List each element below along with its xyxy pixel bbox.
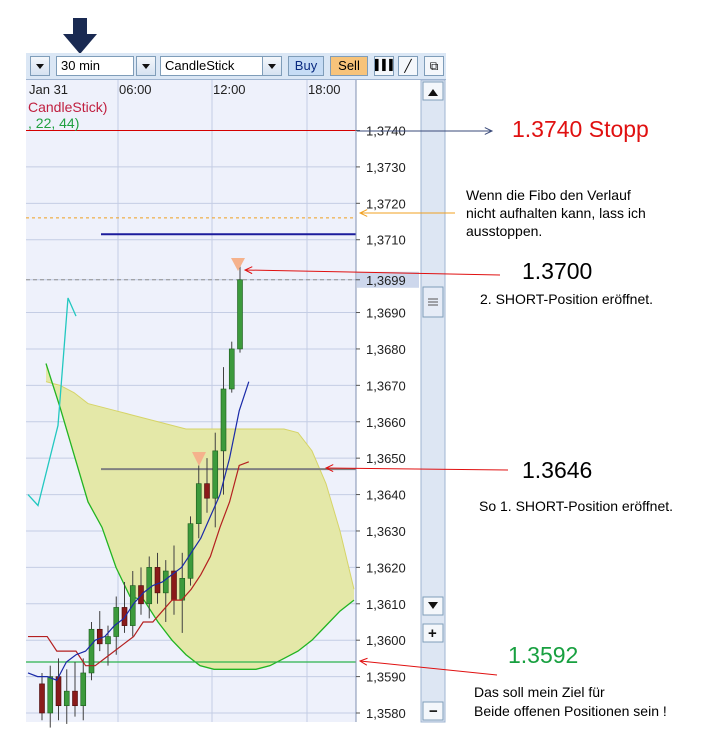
x-tick-label: Jan 31: [29, 82, 68, 97]
first-entry-note: So 1. SHORT-Position eröffnet.: [479, 498, 674, 514]
zoom-out-icon: −: [429, 703, 438, 720]
detach-window-icon[interactable]: ⧉: [424, 56, 444, 76]
chevron-down-icon[interactable]: [30, 56, 50, 76]
y-tick-label: 1,3620: [366, 560, 406, 575]
target-value: 1.3592: [508, 642, 579, 668]
candle-body: [72, 690, 78, 707]
bars-icon[interactable]: ▌▌▌: [374, 56, 396, 76]
candle-body: [212, 450, 219, 499]
target-note-line2: Beide offenen Positionen sein !: [474, 703, 667, 719]
target-note-line1: Das soll mein Ziel für: [474, 684, 605, 700]
candle-body: [39, 683, 45, 714]
y-tick-label: 1,3630: [366, 524, 406, 539]
first-entry-value: 1.3646: [522, 457, 593, 483]
x-tick-label: 18:00: [308, 82, 341, 97]
candle-body: [204, 483, 210, 499]
y-tick-label: 1,3660: [366, 415, 406, 430]
y-tick-label: 1,3699: [366, 273, 406, 288]
candle-body: [63, 690, 70, 707]
second-entry-note: 2. SHORT-Position eröffnet.: [480, 291, 654, 307]
sell-button[interactable]: Sell: [330, 56, 368, 76]
candle-body: [237, 279, 243, 350]
candle-body: [220, 388, 227, 452]
candle-body: [105, 636, 111, 645]
buy-button[interactable]: Buy: [288, 56, 324, 76]
draw-line-icon[interactable]: ╱: [398, 56, 418, 76]
fibo-note-line2: nicht aufhalten kann, lass ich: [466, 205, 646, 221]
price-axis: [356, 80, 420, 722]
y-tick-label: 1,3640: [366, 488, 406, 503]
timeframe-dropdown-button[interactable]: [136, 56, 156, 76]
indicator-params-label: , 22, 44): [28, 115, 80, 131]
candle-body: [80, 672, 87, 707]
y-tick-label: 1,3610: [366, 597, 406, 612]
y-tick-label: 1,3580: [366, 706, 406, 721]
y-tick-label: 1,3710: [366, 233, 406, 248]
candle-body: [154, 567, 161, 594]
candle-body: [195, 483, 202, 524]
y-tick-label: 1,3650: [366, 451, 406, 466]
timeframe-select[interactable]: 30 min: [56, 56, 134, 76]
stop-label: 1.3740 Stopp: [512, 116, 649, 142]
x-tick-label: 12:00: [213, 82, 246, 97]
x-tick-label: 06:00: [119, 82, 152, 97]
fibo-note-line1: Wenn die Fibo den Verlauf: [466, 187, 631, 203]
y-tick-label: 1,3590: [366, 670, 406, 685]
chart-toolbar: 30 min CandleStick Buy Sell ▌▌▌ ╱ ⧉: [26, 53, 446, 80]
chart: Jan 31 06:00 12:00 18:00 1,3580 1,3590 1,3600 1…: [26, 79, 509, 728]
candle-body: [96, 628, 103, 645]
chart-type-select[interactable]: CandleStick: [160, 56, 264, 76]
candle-body: [55, 676, 62, 707]
candle-body: [113, 607, 120, 637]
y-tick-label: 1,3680: [366, 342, 406, 357]
chart-type-dropdown-button[interactable]: [262, 56, 282, 76]
zoom-in-icon: +: [428, 625, 437, 642]
candle-body: [162, 570, 169, 594]
candle-body: [88, 628, 95, 674]
indicator-name-label: CandleStick): [28, 99, 108, 115]
y-tick-label: 1,3730: [366, 160, 406, 175]
candle-body: [228, 348, 235, 390]
y-tick-label: 1,3600: [366, 633, 406, 648]
arrow-down-icon: [63, 18, 97, 54]
second-entry-value: 1.3700: [522, 258, 593, 284]
fibo-note-line3: ausstoppen.: [466, 223, 543, 239]
candle-body: [146, 567, 153, 605]
candle-body: [47, 676, 54, 714]
candle-body: [171, 570, 177, 601]
y-tick-label: 1,3670: [366, 378, 406, 393]
y-tick-label: 1,3690: [366, 306, 406, 321]
y-tick-label: 1,3720: [366, 196, 406, 211]
